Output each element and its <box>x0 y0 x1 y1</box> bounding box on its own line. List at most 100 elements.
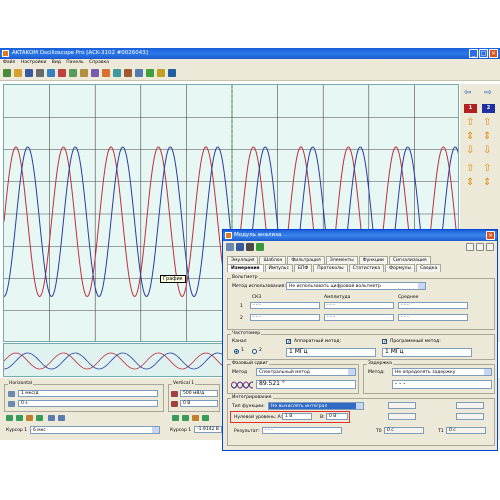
stop-icon[interactable] <box>58 69 66 77</box>
cursor-tool5-icon[interactable] <box>48 415 55 421</box>
phase-group: Фазовый сдвиг Метод Спектральный метод 8… <box>227 361 359 394</box>
dlg-restore-icon[interactable] <box>476 243 484 251</box>
zoom-icon[interactable] <box>47 69 55 77</box>
cursor-tool-icon[interactable] <box>6 415 13 421</box>
volt-scale-field[interactable]: 500 мВ/д <box>180 390 218 397</box>
ch1-up2-icon[interactable]: ⇧ <box>466 164 476 174</box>
ch2-down-icon[interactable]: ⇩ <box>483 146 493 156</box>
cursor1-select[interactable]: 6 мкс <box>30 426 160 434</box>
function-type-select[interactable]: Не вычислять интеграл <box>268 402 364 410</box>
sw-method-checkbox[interactable]: ✓ <box>382 339 387 345</box>
sw-freq-field: 1 МГц <box>382 348 472 357</box>
dlg-close-icon[interactable] <box>486 243 494 251</box>
volt-offset-field[interactable]: 0 В <box>180 400 218 407</box>
int-disabled-field2 <box>456 402 484 409</box>
delay-method-select[interactable]: Не определять задержку <box>392 368 492 376</box>
channel1-radio[interactable] <box>234 349 239 354</box>
tab-formulas[interactable]: Формулы <box>385 264 416 272</box>
tab-filtering[interactable]: Фильтрация <box>287 256 325 264</box>
tab-measurements[interactable]: Измерения <box>227 264 264 272</box>
tab-statistics[interactable]: Статистика <box>348 264 385 272</box>
ch2-up2-icon[interactable]: ⇧ <box>483 164 493 174</box>
trigger-icon[interactable] <box>102 69 110 77</box>
delay-value-field: - - - <box>392 380 492 389</box>
app-title-bar: AKTAKOM Oscilloscope Pro [ACK-3102 #0026… <box>0 48 500 59</box>
ch1-down-icon[interactable]: ⇩ <box>466 146 476 156</box>
volt-scale-icon <box>171 391 178 397</box>
ch2-up-icon[interactable]: ⇧ <box>483 118 493 128</box>
cursor-icon[interactable] <box>146 69 154 77</box>
dialog-close-button[interactable]: × <box>486 231 495 240</box>
channel2-radio[interactable] <box>252 349 257 354</box>
dlg-run-icon[interactable] <box>256 243 264 251</box>
shift-right-icon[interactable]: ⇨ <box>484 88 492 98</box>
analysis-icon[interactable] <box>113 69 121 77</box>
open-icon[interactable] <box>14 69 22 77</box>
hw-method-checkbox[interactable]: ✓ <box>286 339 291 345</box>
ch1-button[interactable]: 1 <box>464 104 477 113</box>
cursor2-field[interactable]: -1.9142 В <box>194 426 222 433</box>
function-type-label: Тип функции: <box>232 404 265 409</box>
menu-help[interactable]: Справка <box>89 60 109 65</box>
zero-b-field[interactable]: 0 В <box>326 413 348 420</box>
layout-icon[interactable] <box>135 69 143 77</box>
dialog-icon <box>225 232 232 239</box>
phase-method-select[interactable]: Спектральный метод <box>256 368 356 376</box>
time-offset-field[interactable]: 0 s <box>18 400 158 407</box>
int-disabled-field1 <box>388 402 416 409</box>
app-icon <box>2 50 9 57</box>
integration-group: Интегрирование Тип функции: Не вычислять… <box>227 395 495 446</box>
menu-panel[interactable]: Панель <box>66 60 83 65</box>
menu-file[interactable]: Файл <box>3 60 15 65</box>
ch2-updown2-icon[interactable]: ⇕ <box>483 178 493 188</box>
math-icon[interactable] <box>91 69 99 77</box>
tab-elements[interactable]: Элементы <box>325 256 358 264</box>
ch1-up-icon[interactable]: ⇧ <box>466 118 476 128</box>
close-button[interactable]: × <box>489 49 498 58</box>
vcursor-tool-icon[interactable] <box>172 415 179 421</box>
time-scale-icon <box>8 391 15 397</box>
tab-fft[interactable]: БПФ <box>293 264 313 272</box>
vcursor-tool3-icon[interactable] <box>192 415 199 421</box>
cursor-tool2-icon[interactable] <box>16 415 23 421</box>
save-icon[interactable] <box>25 69 33 77</box>
int-disabled-field3 <box>388 413 416 420</box>
vcursor-tool2-icon[interactable] <box>182 415 189 421</box>
tab-summary[interactable]: Сводка <box>416 264 442 272</box>
tab-pulse[interactable]: Импульс <box>264 264 293 272</box>
dlg-print-icon[interactable] <box>246 243 254 251</box>
tab-signaling[interactable]: Сигнализация <box>388 256 431 264</box>
ch2-button[interactable]: 2 <box>482 104 495 113</box>
run-icon[interactable] <box>3 69 11 77</box>
result-field: - - - <box>262 427 342 434</box>
zero-a-field[interactable]: 1 В <box>282 413 312 420</box>
print-icon[interactable] <box>36 69 44 77</box>
tab-protocols[interactable]: Протоколы <box>313 264 348 272</box>
ch1-updown2-icon[interactable]: ⇕ <box>466 178 476 188</box>
measure-icon[interactable] <box>69 69 77 77</box>
ch1-updown-icon[interactable]: ⇕ <box>466 132 476 142</box>
tab-emulation[interactable]: Эмуляция <box>227 256 259 264</box>
down-arrow-icon[interactable] <box>168 69 176 77</box>
cursor-tool3-icon[interactable] <box>26 415 33 421</box>
maximize-button[interactable]: □ <box>479 49 488 58</box>
settings-icon[interactable] <box>124 69 132 77</box>
minimize-button[interactable]: _ <box>469 49 478 58</box>
tools-icon[interactable] <box>80 69 88 77</box>
shift-left-icon[interactable]: ⇦ <box>464 88 472 98</box>
menu-settings[interactable]: Настройки <box>21 60 46 65</box>
marker-icon[interactable] <box>157 69 165 77</box>
voltmeter-method-select[interactable]: Не использовать цифровой вольтметр <box>286 282 426 290</box>
phase-value-field: 89.521 ° <box>256 380 356 389</box>
dlg-open-icon[interactable] <box>226 243 234 251</box>
time-scale-field[interactable]: 1 мкс/д <box>18 390 158 397</box>
cursor-tool6-icon[interactable] <box>58 415 65 421</box>
cursor-tool4-icon[interactable] <box>36 415 43 421</box>
menu-view[interactable]: Вид <box>52 60 61 65</box>
tab-template[interactable]: Шаблон <box>259 256 287 264</box>
ch2-updown-icon[interactable]: ⇕ <box>483 132 493 142</box>
vcursor-tool4-icon[interactable] <box>202 415 209 421</box>
tab-functions[interactable]: Функции <box>358 256 388 264</box>
dlg-minimize-icon[interactable] <box>466 243 474 251</box>
dlg-save-icon[interactable] <box>236 243 244 251</box>
